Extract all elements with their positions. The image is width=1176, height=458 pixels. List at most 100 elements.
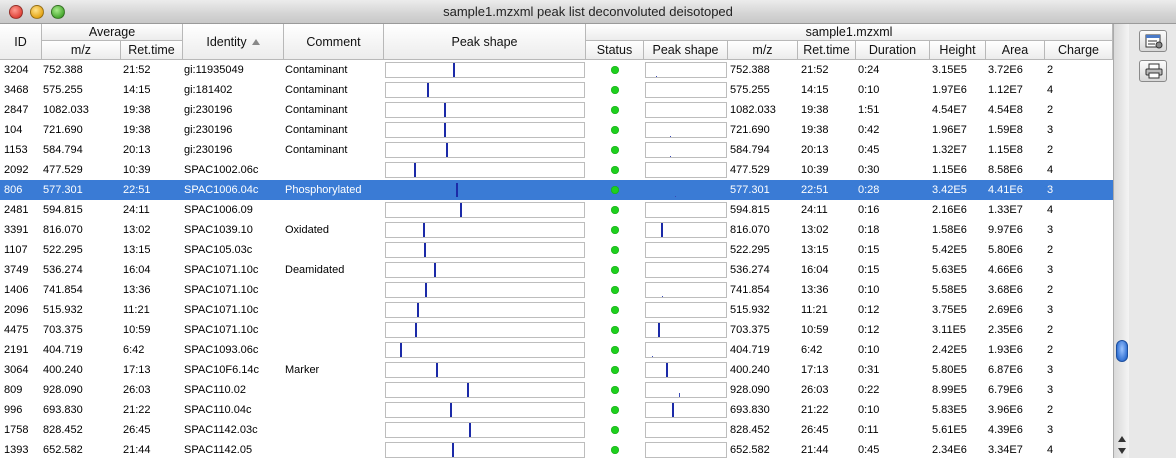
table-row[interactable]: 1393 652.582 21:44 SPAC1142.05 652.582 21:44 0… (0, 440, 1113, 458)
cell-height: 1.97E6 (932, 84, 967, 96)
peak-shape-thumbnail (385, 62, 585, 78)
properties-button[interactable] (1139, 30, 1167, 52)
scroll-down-arrow-icon[interactable] (1118, 448, 1126, 454)
cell-charge: 2 (1047, 104, 1054, 116)
table-row[interactable]: 3064 400.240 17:13 SPAC10F6.14c Marker 400.24… (0, 360, 1113, 380)
cell-comment: Contaminant (285, 144, 348, 156)
scroll-up-arrow-icon[interactable] (1118, 436, 1126, 442)
status-indicator (611, 146, 619, 154)
sample-peak-mark (672, 403, 674, 417)
column-header-duration[interactable]: Duration (856, 41, 930, 60)
sample-peak-mark (675, 196, 676, 197)
cell-id: 4475 (4, 324, 29, 336)
table-row[interactable]: 3204 752.388 21:52 gi:11935049 Contaminant 75… (0, 60, 1113, 80)
cell-avg-mz: 1082.033 (43, 104, 89, 116)
cell-rt: 26:03 (801, 384, 829, 396)
peak-shape-mark (425, 283, 427, 297)
cell-identity: SPAC1142.05 (184, 444, 253, 456)
table-row[interactable]: 104 721.690 19:38 gi:230196 Contaminant 721.6… (0, 120, 1113, 140)
cell-height: 3.42E5 (932, 184, 967, 196)
cell-height: 1.15E6 (932, 164, 967, 176)
cell-rt: 14:15 (801, 84, 829, 96)
table-row[interactable]: 3391 816.070 13:02 SPAC1039.10 Oxidated 816.0… (0, 220, 1113, 240)
table-row[interactable]: 2096 515.932 11:21 SPAC1071.10c 515.932 11:21… (0, 300, 1113, 320)
column-header-status[interactable]: Status (586, 41, 644, 60)
cell-comment: Contaminant (285, 84, 348, 96)
vertical-scrollbar[interactable] (1113, 24, 1129, 458)
table-row[interactable]: 3468 575.255 14:15 gi:181402 Contaminant 575.… (0, 80, 1113, 100)
column-header-peak-shape[interactable]: Peak shape (384, 24, 586, 60)
cell-charge: 2 (1047, 64, 1054, 76)
sample-peak-mark (661, 223, 663, 237)
column-header-comment[interactable]: Comment (284, 24, 384, 60)
peak-shape-thumbnail (385, 402, 585, 418)
cell-duration: 0:18 (858, 224, 880, 236)
column-header-rt[interactable]: Ret.time (798, 41, 856, 60)
column-header-area[interactable]: Area (986, 41, 1045, 60)
column-header-avg-rt[interactable]: Ret.time (121, 41, 183, 60)
status-indicator (611, 406, 619, 414)
table-row[interactable]: 2191 404.719 6:42 SPAC1093.06c 404.719 6:42 0:… (0, 340, 1113, 360)
column-header-height[interactable]: Height (930, 41, 986, 60)
table-row[interactable]: 2092 477.529 10:39 SPAC1002.06c 477.529 10:39… (0, 160, 1113, 180)
status-indicator (611, 86, 619, 94)
cell-duration: 0:24 (858, 64, 880, 76)
table-row[interactable]: 2481 594.815 24:11 SPAC1006.09 594.815 24:11 0… (0, 200, 1113, 220)
peak-shape-mark (400, 343, 402, 357)
status-indicator (611, 126, 619, 134)
cell-duration: 0:10 (858, 284, 880, 296)
cell-avg-rt: 24:11 (123, 204, 150, 216)
peak-shape-thumbnail (385, 202, 585, 218)
table-row[interactable]: 1153 584.794 20:13 gi:230196 Contaminant 584.… (0, 140, 1113, 160)
cell-mz: 828.452 (730, 424, 770, 436)
print-button[interactable] (1139, 60, 1167, 82)
status-indicator (611, 346, 619, 354)
table-row[interactable]: 1406 741.854 13:36 SPAC1071.10c 741.854 13:36… (0, 280, 1113, 300)
cell-charge: 2 (1047, 404, 1054, 416)
cell-id: 2096 (4, 304, 29, 316)
table-row[interactable]: 3749 536.274 16:04 SPAC1071.10c Deamidated 53… (0, 260, 1113, 280)
cell-identity: gi:11935049 (184, 64, 244, 76)
status-indicator (611, 426, 619, 434)
column-header-identity[interactable]: Identity (183, 24, 284, 60)
cell-comment: Deamidated (285, 264, 345, 276)
cell-comment: Contaminant (285, 104, 348, 116)
cell-rt: 21:44 (801, 444, 829, 456)
table-row[interactable]: 996 693.830 21:22 SPAC110.04c 693.830 21:22 0:… (0, 400, 1113, 420)
cell-avg-rt: 16:04 (123, 264, 151, 276)
cell-identity: SPAC1071.10c (184, 264, 259, 276)
column-header-id[interactable]: ID (0, 24, 42, 60)
cell-comment: Contaminant (285, 64, 348, 76)
cell-rt: 22:51 (801, 184, 829, 196)
sample-peak-shape-thumbnail (645, 202, 727, 218)
cell-charge: 2 (1047, 244, 1054, 256)
cell-height: 8.99E5 (932, 384, 967, 396)
table-row[interactable]: 1758 828.452 26:45 SPAC1142.03c 828.452 26:45… (0, 420, 1113, 440)
column-header-sample-peak-shape[interactable]: Peak shape (644, 41, 728, 60)
cell-area: 6.79E6 (988, 384, 1023, 396)
column-header-mz[interactable]: m/z (728, 41, 798, 60)
cell-mz: 584.794 (730, 144, 770, 156)
status-indicator (611, 286, 619, 294)
peak-shape-thumbnail (385, 162, 585, 178)
column-header-charge[interactable]: Charge (1045, 41, 1113, 60)
column-header-avg-mz[interactable]: m/z (42, 41, 121, 60)
table-row[interactable]: 809 928.090 26:03 SPAC110.02 928.090 26:03 0:2… (0, 380, 1113, 400)
cell-area: 5.80E6 (988, 244, 1023, 256)
table-row[interactable]: 1107 522.295 13:15 SPAC105.03c 522.295 13:15 0… (0, 240, 1113, 260)
table-row[interactable]: 806 577.301 22:51 SPAC1006.04c Phosphorylate… (0, 180, 1113, 200)
sample-peak-mark (652, 356, 653, 357)
sample-peak-shape-thumbnail (645, 122, 727, 138)
cell-id: 2481 (4, 204, 29, 216)
scroll-thumb[interactable] (1116, 340, 1128, 362)
cell-identity: SPAC1071.10c (184, 284, 259, 296)
cell-comment (285, 340, 383, 360)
sample-peak-shape-thumbnail (645, 342, 727, 358)
table-row[interactable]: 4475 703.375 10:59 SPAC1071.10c 703.375 10:59… (0, 320, 1113, 340)
status-indicator (611, 166, 619, 174)
cell-avg-rt: 19:38 (123, 124, 151, 136)
peak-shape-thumbnail (385, 442, 585, 458)
cell-id: 104 (4, 124, 23, 136)
cell-height: 5.63E5 (932, 264, 967, 276)
table-row[interactable]: 2847 1082.033 19:38 gi:230196 Contaminant 108… (0, 100, 1113, 120)
